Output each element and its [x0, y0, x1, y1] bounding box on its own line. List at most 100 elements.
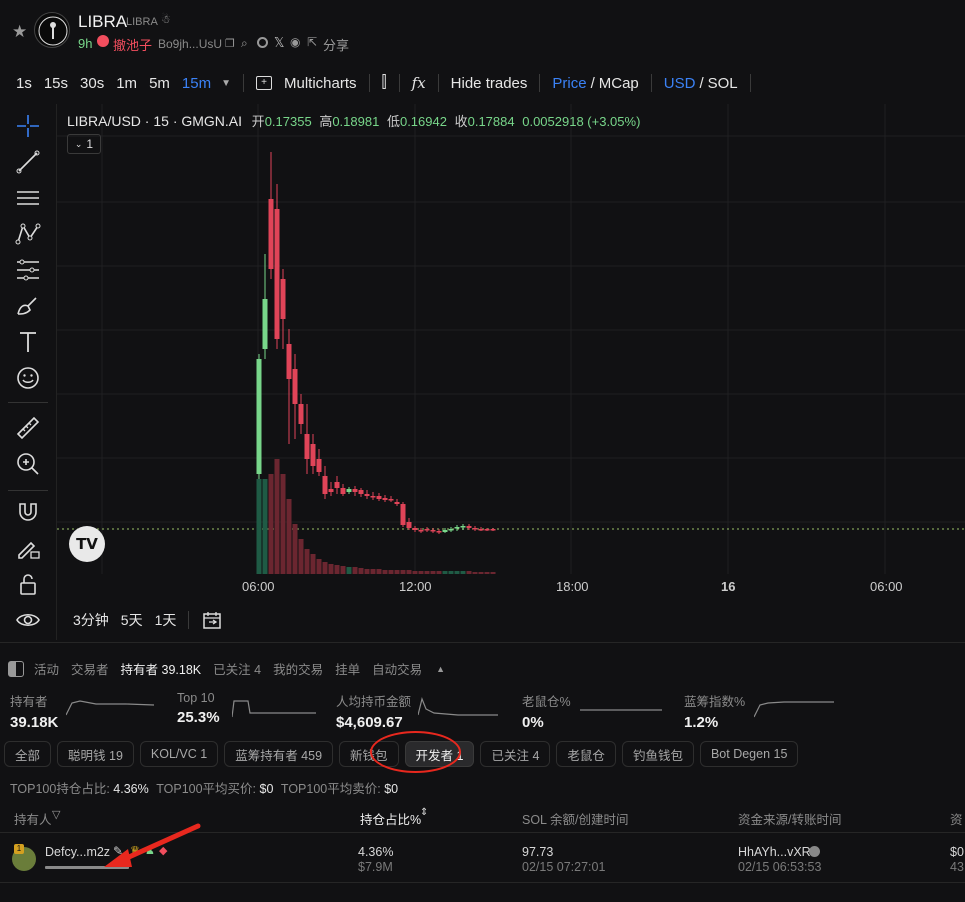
timeframe-15s[interactable]: 15s: [44, 75, 68, 92]
filter-all[interactable]: 全部: [4, 741, 52, 767]
tab-orders[interactable]: 挂单: [335, 659, 360, 678]
price-chart[interactable]: ‹ LIBRA/USD · 15 · GMGN.AI 开0.17355 高0.1…: [57, 104, 965, 574]
volume-bar: [412, 571, 418, 574]
tab-holders[interactable]: 持有者 39.18K: [121, 659, 202, 678]
volume-bar: [364, 569, 370, 574]
volume-bar: [298, 539, 304, 574]
candle-type-icon[interactable]: ⫿: [382, 74, 387, 92]
volume-bar: [472, 572, 478, 574]
timeframe-5m[interactable]: 5m: [149, 75, 170, 92]
indicators-icon[interactable]: fx: [412, 74, 426, 92]
mcap-toggle[interactable]: MCap: [599, 75, 639, 92]
timeframe-15m[interactable]: 15m: [182, 75, 211, 92]
panel-toggle-icon[interactable]: [8, 660, 24, 677]
visibility-icon[interactable]: [14, 606, 42, 634]
fib-retracement-icon[interactable]: [14, 256, 42, 284]
multicharts-button[interactable]: Multicharts: [284, 75, 357, 92]
range-1d[interactable]: 1天: [155, 610, 177, 630]
tab-auto-trade[interactable]: 自动交易: [372, 659, 422, 678]
filter-phishing[interactable]: 钓鱼钱包: [621, 741, 694, 767]
filter-following[interactable]: 已关注 4: [480, 741, 551, 767]
candle-body: [358, 490, 364, 494]
candle-body: [406, 522, 412, 528]
volume-bar: [316, 559, 322, 574]
column-fund-source[interactable]: 资金来源/转账时间: [738, 809, 841, 828]
x-twitter-icon[interactable]: 𝕏: [274, 35, 284, 51]
column-holder[interactable]: 持有人: [14, 809, 52, 828]
volume-bar: [334, 565, 340, 574]
text-tool-icon[interactable]: [14, 328, 42, 356]
timeframe-1m[interactable]: 1m: [116, 75, 137, 92]
volume-bar: [442, 571, 448, 574]
usd-toggle[interactable]: USD: [664, 75, 696, 92]
multicharts-icon[interactable]: +: [256, 76, 272, 90]
favorite-star-icon[interactable]: ★: [12, 22, 27, 42]
tab-activity[interactable]: 活动: [34, 659, 59, 678]
share-icon[interactable]: ⇱: [307, 35, 317, 49]
date-range-icon[interactable]: [201, 609, 223, 631]
lock-drawing-icon[interactable]: [14, 534, 42, 562]
column-sol-balance[interactable]: SOL 余额/创建时间: [522, 809, 629, 828]
candle-body: [412, 528, 418, 530]
divider: [749, 74, 751, 92]
stat-label: Top 10: [177, 691, 215, 705]
tab-my-trades[interactable]: 我的交易: [273, 659, 323, 678]
eye-icon[interactable]: ◉: [290, 35, 300, 49]
tab-following[interactable]: 已关注 4: [213, 659, 261, 678]
timeframe-30s[interactable]: 30s: [80, 75, 104, 92]
copy-icon[interactable]: ❐: [225, 37, 235, 50]
token-avatar[interactable]: [34, 12, 70, 48]
magnet-icon[interactable]: [14, 498, 42, 526]
summary-value: 4.36%: [113, 782, 149, 796]
axis-tick-label: 16: [721, 579, 736, 594]
filter-smart-money[interactable]: 聪明钱 19: [57, 741, 134, 767]
emoji-icon[interactable]: [14, 364, 42, 392]
ruler-icon[interactable]: [14, 414, 42, 442]
column-percent[interactable]: 持仓占比%: [360, 809, 421, 828]
legend-high: 0.18981: [332, 114, 380, 129]
unlock-icon[interactable]: [14, 570, 42, 598]
brush-icon[interactable]: [14, 292, 42, 320]
token-address[interactable]: Bo9jh...UsU: [158, 37, 222, 51]
fund-source[interactable]: HhAYh...vXR: [738, 845, 811, 859]
filter-icon[interactable]: ▽: [52, 808, 60, 821]
stat-value: $4,609.67: [336, 714, 403, 731]
chevron-down-icon: ⌄: [74, 138, 83, 149]
zoom-in-icon[interactable]: [14, 450, 42, 478]
sort-icon[interactable]: ⇕: [420, 807, 428, 818]
candle-body: [436, 531, 442, 533]
website-icon[interactable]: [257, 37, 268, 48]
filter-bluechip[interactable]: 蓝筹持有者 459: [224, 741, 334, 767]
indicator-toggle[interactable]: ⌄ 1: [67, 134, 101, 154]
holder-percent: 4.36%: [358, 845, 394, 859]
price-toggle[interactable]: Price: [552, 75, 586, 92]
volume-bar: [448, 571, 454, 574]
volume-bar: [466, 571, 472, 574]
hide-trades-button[interactable]: Hide trades: [451, 75, 528, 92]
top100-summary: TOP100持仓占比: 4.36% TOP100平均买价: $0 TOP100平…: [10, 778, 398, 797]
pattern-icon[interactable]: [14, 220, 42, 248]
annotation-arrow: [104, 823, 201, 867]
drawing-toolbar: [0, 104, 57, 640]
token-ticker: LIBRA: [126, 16, 158, 28]
candle-body: [340, 488, 346, 494]
sol-toggle[interactable]: SOL: [708, 75, 738, 92]
timeframe-dropdown-icon[interactable]: ▼: [221, 78, 231, 89]
chart-canvas[interactable]: ‹: [57, 104, 965, 574]
share-label[interactable]: 分享: [323, 35, 349, 54]
search-icon[interactable]: ⌕: [241, 36, 248, 51]
tab-traders[interactable]: 交易者: [71, 659, 109, 678]
filter-kol-vc[interactable]: KOL/VC 1: [139, 741, 219, 767]
range-3min[interactable]: 3分钟: [73, 610, 109, 630]
horizontal-lines-icon[interactable]: [14, 184, 42, 212]
collapse-icon[interactable]: ▲: [436, 664, 445, 674]
candle-body: [262, 299, 268, 349]
filter-bot-degen[interactable]: Bot Degen 15: [699, 741, 799, 767]
range-5d[interactable]: 5天: [121, 610, 143, 630]
filter-rat-trader[interactable]: 老鼠仓: [556, 741, 616, 767]
timeframe-1s[interactable]: 1s: [16, 75, 32, 92]
trend-line-icon[interactable]: [14, 148, 42, 176]
range-selector: 3分钟 5天 1天: [57, 604, 223, 636]
crosshair-icon[interactable]: [14, 112, 42, 140]
tradingview-logo[interactable]: TV: [69, 526, 105, 562]
